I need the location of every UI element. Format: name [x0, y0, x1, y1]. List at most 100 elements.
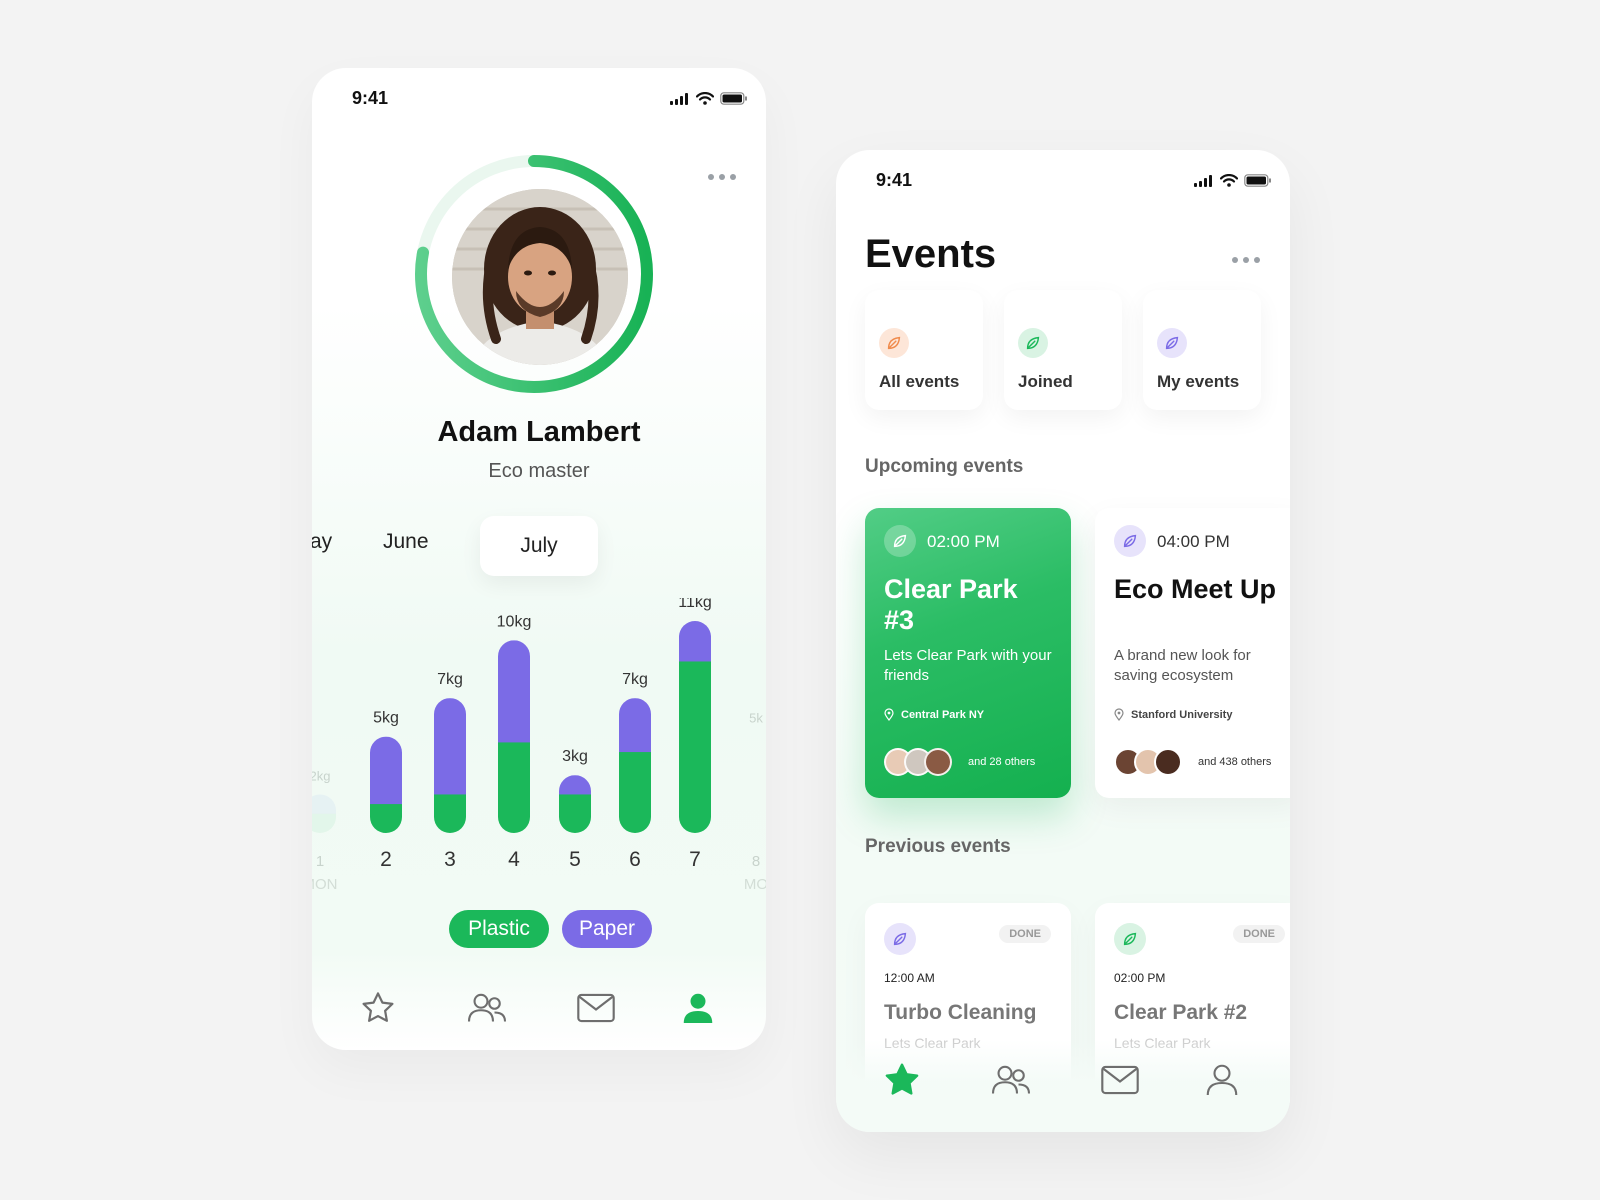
status-badge: DONE — [1233, 925, 1285, 943]
bar-group-3[interactable] — [434, 698, 466, 833]
bar-value-label: 7kg — [622, 671, 648, 688]
legend-plastic[interactable]: Plastic — [449, 910, 549, 948]
tab-messages[interactable] — [574, 986, 618, 1030]
leaf-icon — [1114, 923, 1146, 955]
tab-favorites[interactable] — [356, 986, 400, 1030]
event-title: Clear Park #2 — [1114, 1001, 1248, 1024]
attendee-count: and 438 others — [1198, 756, 1272, 768]
bar-plastic-3 — [434, 794, 466, 833]
attendee-count: and 28 others — [968, 756, 1036, 768]
bar-paper-5 — [559, 775, 591, 796]
event-title: Eco Meet Up — [1114, 574, 1277, 604]
bottom-tab-bar — [312, 986, 766, 1036]
attendee-avatar — [1154, 748, 1182, 776]
event-card-eco-meet-up[interactable]: 04:00 PM Eco Meet Up A brand new look fo… — [1095, 508, 1290, 798]
event-location: Stanford University — [1114, 708, 1232, 721]
event-location-text: Central Park NY — [901, 708, 985, 721]
x-tick-sublabel: MO — [744, 876, 766, 893]
bar-value-label: 7kg — [437, 671, 463, 688]
signal-icon — [670, 92, 688, 105]
tab-friends[interactable] — [989, 1058, 1033, 1102]
recycling-bar-chart: 2kg 1 MON 5kg 2 7kg 3 10kg 4 3kg 5 7kg 6 11kg 7 5k 8 MO — [312, 598, 766, 893]
tab-profile[interactable] — [1200, 1058, 1244, 1102]
event-description: A brand new look for saving ecosystem — [1114, 647, 1251, 684]
x-tick-label: 7 — [689, 848, 701, 871]
profile-icon — [1206, 1064, 1238, 1096]
bar-group-7[interactable] — [679, 621, 711, 833]
attendee-avatars — [1114, 748, 1182, 776]
friends-icon — [991, 1065, 1031, 1094]
profile-name: Adam Lambert — [437, 416, 641, 448]
bar-plastic-4 — [498, 742, 530, 833]
profile-screen: 9:41 Adam Lambert Eco master ay June Jul… — [312, 68, 766, 1050]
status-icons — [1194, 174, 1272, 187]
x-tick-sublabel: MON — [312, 876, 338, 893]
event-description: Lets Clear Park with your friends — [884, 647, 1052, 684]
events-screen: 9:41 Events All events Joined My events … — [836, 150, 1290, 1132]
event-time: 02:00 PM — [927, 532, 1000, 551]
bar-plastic-5 — [559, 794, 591, 833]
month-tab-july[interactable]: July — [480, 516, 598, 576]
bar-value-label: 3kg — [562, 748, 588, 765]
bar-plastic-7 — [679, 661, 711, 833]
bar-group-6[interactable] — [619, 698, 651, 833]
star-icon — [362, 992, 394, 1022]
star-icon — [885, 1063, 919, 1095]
status-icons — [670, 92, 748, 105]
x-tick-label: 1 — [316, 853, 324, 870]
status-bar: 9:41 — [312, 88, 766, 114]
event-time: 02:00 PM — [1114, 971, 1166, 985]
bar-group-2[interactable] — [370, 736, 402, 833]
bar-value-label: 2kg — [312, 768, 330, 783]
filter-all-events[interactable]: All events — [865, 290, 983, 410]
status-time: 9:41 — [352, 88, 389, 108]
leaf-icon — [884, 923, 916, 955]
previous-events-heading: Previous events — [865, 836, 1011, 857]
bar-value-label: 5kg — [373, 710, 399, 727]
upcoming-events-heading: Upcoming events — [865, 456, 1024, 477]
filter-my-events[interactable]: My events — [1143, 290, 1261, 410]
event-location: Central Park NY — [884, 708, 984, 721]
filter-label: All events — [879, 372, 960, 391]
event-card-clear-park-3[interactable]: 02:00 PM Clear Park #3 Lets Clear Park w… — [865, 508, 1071, 798]
more-options-icon[interactable] — [1232, 257, 1260, 263]
leaf-icon — [879, 328, 909, 358]
bar-group-5[interactable] — [559, 775, 591, 833]
legend-paper[interactable]: Paper — [562, 910, 652, 948]
location-pin-icon — [884, 708, 894, 721]
x-tick-label: 2 — [380, 848, 392, 871]
profile-icon — [683, 993, 713, 1023]
bar-group-4[interactable] — [498, 640, 530, 833]
event-time: 04:00 PM — [1157, 532, 1230, 551]
month-tab-may[interactable]: ay — [312, 530, 332, 554]
tab-favorites[interactable] — [880, 1058, 924, 1102]
profile-role: Eco master — [488, 460, 590, 482]
attendee-avatars — [884, 748, 952, 776]
attendee-avatar — [924, 748, 952, 776]
bar-paper-1 — [312, 794, 336, 815]
tab-friends[interactable] — [465, 986, 509, 1030]
bar-paper-2 — [370, 736, 402, 806]
bar-value-label: 11kg — [678, 598, 712, 611]
friends-icon — [467, 993, 507, 1022]
location-pin-icon — [1114, 708, 1124, 721]
more-options-icon[interactable] — [708, 174, 736, 180]
x-tick-label: 8 — [752, 853, 760, 870]
month-tab-june[interactable]: June — [383, 530, 429, 554]
battery-icon — [720, 92, 747, 105]
status-badge: DONE — [999, 925, 1051, 943]
battery-icon — [1244, 174, 1271, 187]
bar-group-1[interactable] — [312, 794, 336, 833]
x-tick-label: 5 — [569, 848, 581, 871]
bar-paper-4 — [498, 640, 530, 744]
leaf-icon — [884, 525, 916, 557]
tab-messages[interactable] — [1098, 1058, 1142, 1102]
x-tick-label: 4 — [508, 848, 520, 871]
bar-paper-6 — [619, 698, 651, 754]
status-bar: 9:41 — [836, 170, 1290, 196]
tab-profile[interactable] — [676, 986, 720, 1030]
filter-label: My events — [1157, 372, 1240, 391]
signal-icon — [1194, 174, 1212, 187]
event-title: Clear Park #3 — [884, 574, 1018, 635]
filter-joined[interactable]: Joined — [1004, 290, 1122, 410]
